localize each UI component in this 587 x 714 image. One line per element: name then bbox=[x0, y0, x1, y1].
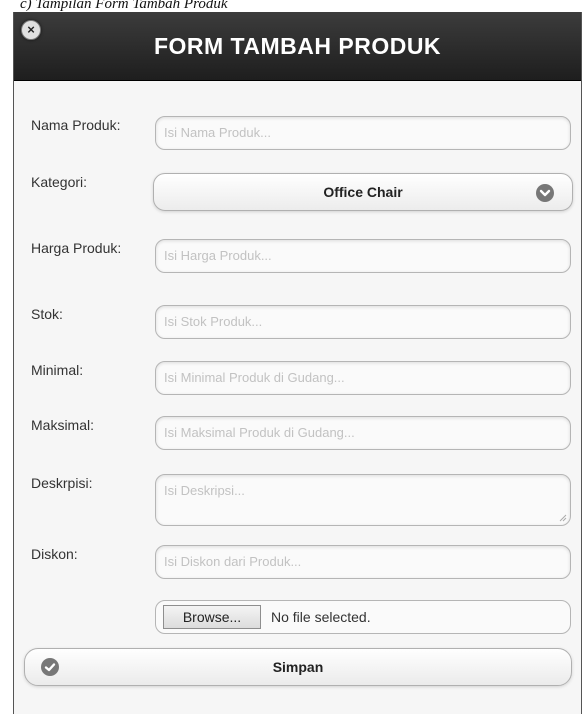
label-diskon: Diskon: bbox=[31, 546, 78, 562]
nama-produk-input[interactable]: Isi Nama Produk... bbox=[155, 116, 571, 150]
minimal-input[interactable]: Isi Minimal Produk di Gudang... bbox=[155, 361, 571, 395]
file-status-text: No file selected. bbox=[271, 609, 371, 625]
browse-button[interactable]: Browse... bbox=[163, 605, 261, 629]
label-kategori: Kategori: bbox=[31, 174, 88, 190]
label-nama-produk: Nama Produk: bbox=[31, 117, 121, 133]
label-stok: Stok: bbox=[31, 306, 63, 322]
kategori-select[interactable]: Office Chair bbox=[153, 173, 573, 211]
harga-produk-input[interactable]: Isi Harga Produk... bbox=[155, 239, 571, 273]
save-button-label: Simpan bbox=[272, 659, 324, 675]
maksimal-input[interactable]: Isi Maksimal Produk di Gudang... bbox=[155, 416, 571, 450]
diskon-input[interactable]: Isi Diskon dari Produk... bbox=[155, 545, 571, 579]
label-maksimal: Maksimal: bbox=[31, 417, 95, 433]
chevron-down-icon bbox=[536, 184, 554, 202]
save-button[interactable]: Simpan bbox=[24, 648, 572, 686]
label-harga-produk: Harga Produk: bbox=[31, 240, 122, 256]
deskripsi-textarea[interactable]: Isi Deskripsi... bbox=[155, 474, 571, 526]
kategori-selected-value: Office Chair bbox=[323, 184, 403, 200]
label-deskripsi: Deskrpisi: bbox=[31, 475, 93, 491]
dialog-header: FORM TAMBAH PRODUK × bbox=[14, 12, 581, 81]
deskripsi-placeholder: Isi Deskripsi... bbox=[164, 483, 245, 498]
dialog-title: FORM TAMBAH PRODUK bbox=[153, 33, 442, 59]
resize-grip-icon[interactable] bbox=[559, 514, 567, 522]
file-input: Browse... No file selected. bbox=[155, 600, 571, 634]
close-icon[interactable]: × bbox=[21, 20, 41, 40]
add-product-dialog: FORM TAMBAH PRODUK × Nama Produk: Isi Na… bbox=[13, 12, 582, 714]
label-minimal: Minimal: bbox=[31, 362, 84, 378]
stok-input[interactable]: Isi Stok Produk... bbox=[155, 305, 571, 339]
